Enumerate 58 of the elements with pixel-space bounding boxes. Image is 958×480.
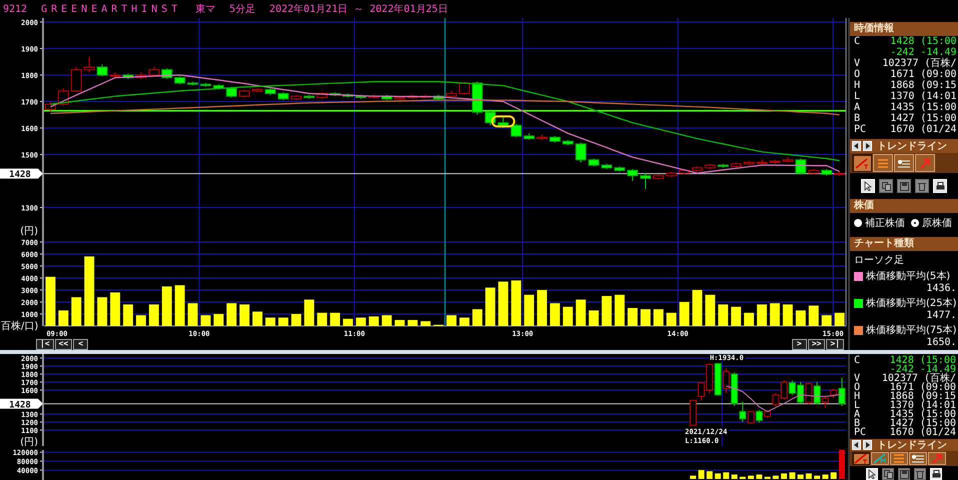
- axis-unit: (円): [20, 226, 38, 236]
- quote-value: 1671 (09:00: [889, 69, 957, 80]
- quote-label: V: [854, 58, 862, 69]
- quote-value: 102377 (百株/: [880, 374, 956, 383]
- quote-value: 1370 (14:01: [889, 91, 957, 102]
- quote-value: 1868 (09:15: [889, 80, 957, 91]
- legend-label: 株価移動平均(5本): [866, 270, 950, 283]
- quote-label: L: [854, 91, 862, 102]
- quote-label: H: [854, 392, 862, 401]
- quote-value: 1435 (15:00: [888, 410, 956, 419]
- quote-label: C: [854, 356, 862, 365]
- market-label: 東マ: [195, 2, 216, 16]
- quote-value: 1670 (01/24: [888, 428, 956, 437]
- quote-label: O: [854, 383, 862, 392]
- stock-code: 9212: [3, 4, 28, 14]
- section-header: 時価情報: [850, 22, 958, 36]
- section-header: チャート種類: [850, 237, 958, 251]
- quote-label: C: [854, 36, 862, 47]
- quote-value: 1370 (14:01: [888, 401, 956, 410]
- ref-line-label: 1428: [9, 170, 31, 180]
- quote-label: O: [854, 69, 862, 80]
- legend-value: 1650.: [926, 337, 957, 348]
- date-range: 2022年01月21日 ～ 2022年01月25日: [269, 3, 448, 16]
- stock-name: GREENEARTHINST: [41, 4, 182, 14]
- quote-value: 1427 (15:00: [888, 419, 956, 428]
- quote-value: 102377 (百株/: [881, 58, 957, 69]
- quote-label: L: [854, 401, 862, 410]
- quote-value: 1428 (15:00: [889, 36, 957, 47]
- quote-label: PC: [854, 428, 868, 437]
- quote-value: 1671 (09:00: [888, 383, 956, 392]
- quote-label: A: [854, 102, 862, 113]
- section-header: 株価: [850, 199, 958, 213]
- quote-label: H: [854, 80, 862, 91]
- chart-style-label: ローソク足: [853, 254, 905, 267]
- quote-label: B: [854, 113, 862, 124]
- quote-value: -242 -14.49: [889, 47, 957, 58]
- ref-line-label: 1428: [9, 400, 31, 410]
- quote-label: B: [854, 419, 860, 428]
- quote-value: 1427 (15:00: [889, 113, 957, 124]
- quote-value: 1868 (09:15: [888, 392, 956, 401]
- axis-unit: 百株/口): [1, 321, 38, 332]
- axis-unit: (円): [20, 437, 38, 446]
- legend-label: 株価移動平均(25本): [866, 296, 957, 310]
- quote-label: PC: [854, 124, 868, 135]
- quote-value: 1435 (15:00: [889, 102, 957, 113]
- current-price-label: 1428: [0, 398, 43, 410]
- legend-label: 株価移動平均(75本): [866, 324, 957, 337]
- quote-label: V: [854, 374, 862, 383]
- current-price-label: 1428: [0, 168, 43, 180]
- quote-value: 1670 (01/24: [889, 124, 957, 135]
- quote-value: -242 -14.49: [890, 365, 956, 374]
- quote-label: A: [854, 410, 862, 419]
- section-header: トレンドライン: [877, 439, 947, 452]
- section-header: トレンドライン: [877, 140, 947, 153]
- quote-value: 1428 (15:00: [888, 356, 956, 365]
- interval-label: 5分足: [229, 3, 256, 16]
- legend-value: 1477.: [926, 310, 957, 321]
- legend-value: 1436.: [926, 283, 957, 294]
